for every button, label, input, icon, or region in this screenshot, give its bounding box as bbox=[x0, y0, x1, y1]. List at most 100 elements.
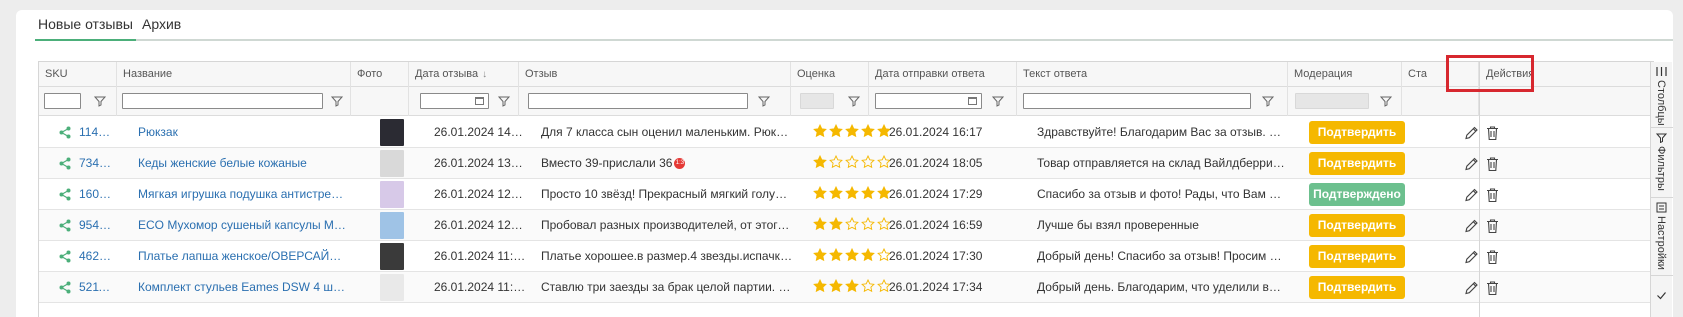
col-header-review-date[interactable]: Дата отзыва ↓ bbox=[409, 62, 519, 87]
col-header-actions: Действия bbox=[1486, 68, 1535, 80]
product-name-link[interactable]: Рюкзак bbox=[138, 117, 348, 148]
confirm-button[interactable]: Подтвердить bbox=[1309, 276, 1405, 299]
table-row[interactable]: 16020933 Мягкая игрушка подушка антистре… bbox=[39, 179, 1653, 210]
col-header-review[interactable]: Отзыв bbox=[519, 62, 791, 87]
sidebar-tab-filters[interactable]: Фильтры bbox=[1651, 128, 1673, 198]
share-icon[interactable] bbox=[59, 188, 71, 201]
name-filter-input[interactable] bbox=[122, 93, 323, 109]
product-thumbnail[interactable] bbox=[380, 181, 404, 208]
filter-icon[interactable] bbox=[1380, 95, 1392, 107]
sku-filter-input[interactable] bbox=[44, 93, 81, 109]
review-text[interactable]: Для 7 класса сын оценил маленьким. Рюкза… bbox=[541, 117, 793, 148]
calendar-icon[interactable] bbox=[475, 97, 484, 105]
share-icon[interactable] bbox=[59, 281, 71, 294]
table-row[interactable]: 95412400 ECO Мухомор сушеный капсулы Мик… bbox=[39, 210, 1653, 241]
sku-value[interactable]: 73468800 bbox=[79, 148, 115, 179]
reply-text-filter-input[interactable] bbox=[1023, 93, 1251, 109]
delete-trash-icon[interactable] bbox=[1485, 218, 1500, 234]
product-thumbnail[interactable] bbox=[380, 274, 404, 301]
product-thumbnail[interactable] bbox=[380, 243, 404, 270]
edit-pencil-icon[interactable] bbox=[1464, 218, 1479, 234]
share-icon[interactable] bbox=[59, 157, 71, 170]
review-text[interactable]: Вместо 39-прислали 36 1:3 bbox=[541, 148, 793, 179]
tab-new-reviews[interactable]: Новые отзывы bbox=[35, 10, 136, 41]
product-thumbnail[interactable] bbox=[380, 150, 404, 177]
sidebar-tab-more[interactable] bbox=[1651, 276, 1673, 317]
sku-value[interactable]: 114591426 bbox=[79, 117, 115, 148]
share-icon[interactable] bbox=[59, 126, 71, 139]
table-row[interactable]: 52117396 Комплект стульев Eames DSW 4 шт… bbox=[39, 272, 1653, 303]
reply-text[interactable]: Добрый день! Спасибо за отзыв! Просим по… bbox=[1037, 241, 1287, 272]
sidebar-tab-columns[interactable]: Столбцы bbox=[1651, 62, 1673, 128]
product-thumbnail[interactable] bbox=[380, 212, 404, 239]
share-icon[interactable] bbox=[59, 250, 71, 263]
product-name-link[interactable]: Кеды женские белые кожаные bbox=[138, 148, 348, 179]
edit-pencil-icon[interactable] bbox=[1464, 280, 1479, 296]
col-header-sku[interactable]: SKU bbox=[39, 62, 117, 87]
tab-archive[interactable]: Архив bbox=[142, 10, 181, 41]
filter-icon[interactable] bbox=[1262, 95, 1274, 107]
product-name-link[interactable]: Комплект стульев Eames DSW 4 шт для к... bbox=[138, 272, 348, 303]
review-filter-input[interactable] bbox=[528, 93, 748, 109]
reply-date-filter-input[interactable] bbox=[875, 93, 982, 109]
sku-value[interactable]: 95412400 bbox=[79, 210, 115, 241]
edit-pencil-icon[interactable] bbox=[1464, 249, 1479, 265]
delete-trash-icon[interactable] bbox=[1485, 156, 1500, 172]
filter-icon[interactable] bbox=[848, 95, 860, 107]
filter-icon[interactable] bbox=[758, 95, 770, 107]
delete-trash-icon[interactable] bbox=[1485, 187, 1500, 203]
reply-text[interactable]: Лучше бы взял проверенные bbox=[1037, 210, 1287, 241]
share-icon[interactable] bbox=[59, 219, 71, 232]
review-text[interactable]: Просто 10 звёзд! Прекрасный мягкий голуб… bbox=[541, 179, 793, 210]
col-header-status[interactable]: Ста bbox=[1402, 62, 1479, 87]
edit-pencil-icon[interactable] bbox=[1464, 187, 1479, 203]
reply-date: 26.01.2024 17:29 bbox=[889, 187, 983, 201]
delete-trash-icon[interactable] bbox=[1485, 125, 1500, 141]
review-text-value: Для 7 класса сын оценил маленьким. Рюкза… bbox=[541, 125, 793, 139]
col-header-reply-text[interactable]: Текст ответа bbox=[1017, 62, 1288, 87]
confirm-button[interactable]: Подтвердить bbox=[1309, 121, 1405, 144]
col-header-reply-date[interactable]: Дата отправки ответа bbox=[869, 62, 1017, 87]
confirm-button[interactable]: Подтвердить bbox=[1309, 214, 1405, 237]
sidebar-tab-settings[interactable]: Настройки bbox=[1651, 198, 1673, 276]
product-thumbnail[interactable] bbox=[380, 119, 404, 146]
confirm-button[interactable]: Подтвердить bbox=[1309, 152, 1405, 175]
calendar-icon[interactable] bbox=[968, 97, 977, 105]
reply-text[interactable]: Добрый день. Благодарим, что уделили вре… bbox=[1037, 272, 1287, 303]
star-empty-icon bbox=[861, 217, 875, 231]
filter-icon[interactable] bbox=[94, 95, 106, 107]
rating-stars bbox=[813, 124, 891, 140]
sku-value[interactable]: 52117396 bbox=[79, 272, 115, 303]
delete-trash-icon[interactable] bbox=[1485, 249, 1500, 265]
filter-icon[interactable] bbox=[331, 95, 343, 107]
edit-pencil-icon[interactable] bbox=[1464, 156, 1479, 172]
col-header-moderation[interactable]: Модерация bbox=[1288, 62, 1402, 87]
product-name-link[interactable]: Платье лапша женское/ОВЕРСАЙЗ/Вече... bbox=[138, 241, 348, 272]
rating-stars bbox=[813, 186, 891, 202]
review-text[interactable]: Пробовал разных производителей, от этого… bbox=[541, 210, 793, 241]
col-header-rating[interactable]: Оценка bbox=[791, 62, 869, 87]
review-text[interactable]: Ставлю три заезды за брак целой партии. … bbox=[541, 272, 793, 303]
reply-text[interactable]: Товар отправляется на склад Вайлдберриз … bbox=[1037, 148, 1287, 179]
product-name-link[interactable]: Мягкая игрушка подушка антистресс / п... bbox=[138, 179, 348, 210]
review-text[interactable]: Платье хорошее.в размер.4 звезды.испачка… bbox=[541, 241, 793, 272]
reply-text[interactable]: Здравствуйте! Благодарим Вас за отзыв. М… bbox=[1037, 117, 1287, 148]
reply-date: 26.01.2024 16:59 bbox=[889, 218, 983, 232]
delete-trash-icon[interactable] bbox=[1485, 280, 1500, 296]
sidebar-tab-filters-label: Фильтры bbox=[1655, 146, 1667, 191]
col-header-photo[interactable]: Фото bbox=[351, 62, 409, 87]
edit-pencil-icon[interactable] bbox=[1464, 125, 1479, 141]
product-name-link[interactable]: ECO Мухомор сушеный капсулы Микрод... bbox=[138, 210, 348, 241]
sku-value[interactable]: 46277704 bbox=[79, 241, 115, 272]
table-row[interactable]: 46277704 Платье лапша женское/ОВЕРСАЙЗ/В… bbox=[39, 241, 1653, 272]
star-filled-icon bbox=[861, 248, 875, 262]
filter-icon[interactable] bbox=[992, 95, 1004, 107]
sku-value[interactable]: 16020933 bbox=[79, 179, 115, 210]
filter-icon[interactable] bbox=[498, 95, 510, 107]
table-row[interactable]: 114591426 Рюкзак 26.01.2024 14:51 Для 7 … bbox=[39, 117, 1653, 148]
reply-text[interactable]: Спасибо за отзыв и фото! Рады, что Вам в… bbox=[1037, 179, 1287, 210]
review-date-filter-input[interactable] bbox=[420, 93, 489, 109]
col-header-name[interactable]: Название bbox=[117, 62, 351, 87]
table-row[interactable]: 73468800 Кеды женские белые кожаные 26.0… bbox=[39, 148, 1653, 179]
confirm-button[interactable]: Подтвердить bbox=[1309, 245, 1405, 268]
